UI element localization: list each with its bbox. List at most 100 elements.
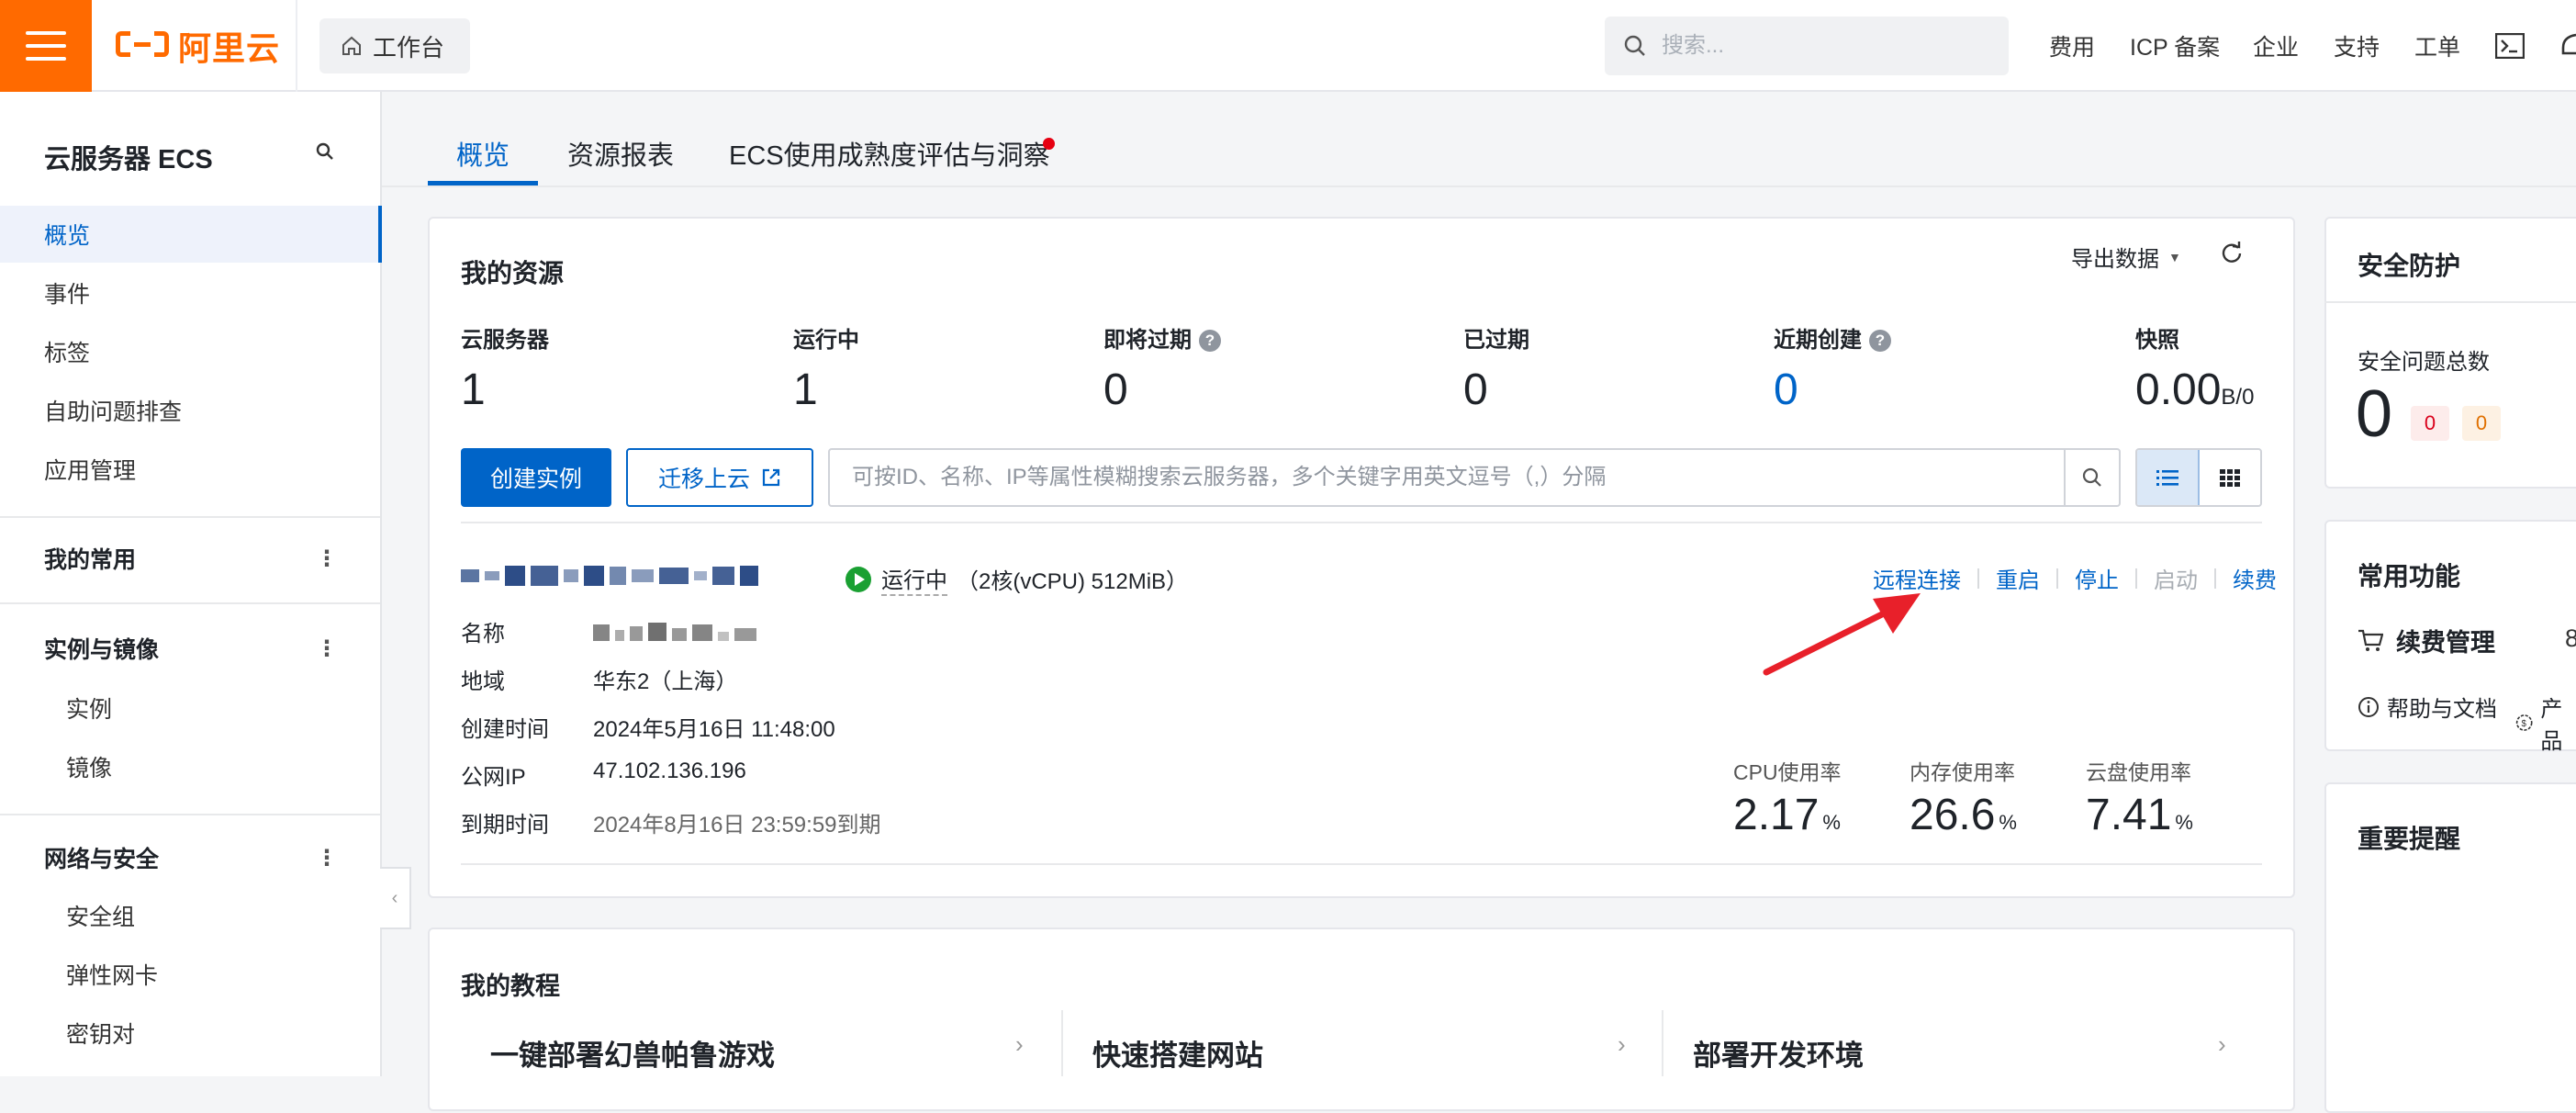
tutorial-item-dev-env[interactable]: 部署开发环境 › [1663,1016,2251,1076]
red-arrow-annotation [1763,593,1921,676]
migrate-button[interactable]: 迁移上云 [626,448,813,507]
field-value-public-ip: 47.102.136.196 [593,759,746,783]
bell-icon[interactable] [2559,29,2576,65]
product-icon: $ [2515,714,2533,731]
menu-icon[interactable] [0,0,92,92]
product-link[interactable]: $ 产品 [2515,691,2576,755]
security-total-value: 0 [2356,377,2393,451]
field-label-created: 创建时间 [461,717,549,742]
global-search[interactable] [1605,17,2009,75]
tab-overview[interactable]: 概览 [428,134,538,186]
chevron-right-icon: › [1618,1030,1626,1058]
more-vertical-icon[interactable]: ⋮ [316,545,338,572]
action-separator [2214,568,2216,589]
nav-enterprise[interactable]: 企业 [2253,0,2299,92]
nav-support[interactable]: 支持 [2334,0,2380,92]
sidebar-search-icon[interactable] [316,142,334,165]
aliyun-logo[interactable]: 阿里云 [116,26,280,67]
sidebar-group-network[interactable]: 网络与安全 ⋮ [0,830,382,885]
renew-link[interactable]: 续费 [2233,562,2277,594]
filter-search-button[interactable] [2064,450,2119,505]
field-label-expiry: 到期时间 [461,813,549,838]
terminal-icon[interactable] [2494,32,2526,63]
instance-name-redacted[interactable] [593,617,756,641]
new-dot-badge [1043,138,1055,150]
renew-management-link[interactable]: 续费管理 [2358,623,2495,658]
divider [461,522,2262,523]
sidebar-item-app-management[interactable]: 应用管理 [0,441,382,498]
view-toggle [2135,448,2262,507]
workbench-button[interactable]: 工作台 [319,18,470,73]
tabs-underline [382,186,2576,187]
sidebar-item-images[interactable]: 镜像 [0,738,382,795]
sidebar-divider [0,516,380,518]
home-icon [342,36,361,55]
instance-status: 运行中 （2核(vCPU) 512MiB） [845,562,1188,596]
reminder-title: 重要提醒 [2358,825,2461,853]
nav-ticket[interactable]: 工单 [2414,0,2460,92]
sidebar-divider [0,814,380,815]
stat-snapshots[interactable]: 快照 0.00B/0 [2135,321,2254,415]
refresh-icon[interactable] [2220,241,2244,269]
security-title: 安全防护 [2358,252,2461,280]
global-search-input[interactable] [1660,32,1994,60]
tutorials-title: 我的教程 [461,972,560,1000]
sidebar-group-common[interactable]: 我的常用 ⋮ [0,531,382,586]
sidebar-item-keypair[interactable]: 密钥对 [0,1005,382,1062]
stat-recent[interactable]: 近期创建? 0 [1774,321,1891,415]
svg-text:$: $ [2521,719,2526,729]
export-data-dropdown[interactable]: 导出数据 ▼ [2071,241,2181,273]
cart-icon [2358,629,2383,651]
stat-expired[interactable]: 已过期 0 [1463,321,1529,415]
sidebar-item-security-group[interactable]: 安全组 [0,887,382,944]
search-icon [2082,467,2101,487]
common-functions-title: 常用功能 [2358,562,2461,590]
sidebar-item-eni[interactable]: 弹性网卡 [0,946,382,1003]
help-icon[interactable]: ? [1199,330,1221,352]
list-view-icon[interactable] [2137,450,2200,505]
instance-id-redacted[interactable] [461,564,758,588]
sidebar-collapse-button[interactable]: ‹ [380,867,411,929]
sidebar-item-troubleshoot[interactable]: 自助问题排查 [0,382,382,439]
divider [461,863,2262,865]
stat-expiring[interactable]: 即将过期? 0 [1103,321,1221,415]
sidebar-item-tags[interactable]: 标签 [0,323,382,380]
sidebar-group-instances[interactable]: 实例与镜像 ⋮ [0,621,382,676]
chevron-right-icon: › [1015,1030,1024,1058]
more-vertical-icon[interactable]: ⋮ [316,635,338,662]
tutorial-item-website[interactable]: 快速搭建网站 › [1063,1016,1651,1076]
help-docs-link[interactable]: 帮助与文档 [2358,691,2497,723]
create-instance-button[interactable]: 创建实例 [461,448,611,507]
caret-down-icon: ▼ [2168,249,2181,264]
tab-resource-report[interactable]: 资源报表 [567,134,674,186]
stat-running[interactable]: 运行中 1 [793,321,859,415]
restart-link[interactable]: 重启 [1996,562,2040,594]
info-icon [2358,696,2379,717]
instance-filter-input[interactable] [830,464,2064,491]
action-separator [1977,568,1979,589]
nav-icp[interactable]: ICP 备案 [2130,0,2220,92]
security-badge-medium[interactable]: 0 [2462,406,2501,441]
nav-fees[interactable]: 费用 [2049,0,2095,92]
field-value-created: 2024年5月16日 11:48:00 [593,717,835,742]
tutorial-item-palworld[interactable]: 一键部署幻兽帕鲁游戏 › [461,1016,1048,1076]
sidebar-item-instances[interactable]: 实例 [0,680,382,736]
more-vertical-icon[interactable]: ⋮ [316,845,338,871]
instance-filter[interactable] [828,448,2121,507]
field-label-region: 地域 [461,669,505,694]
field-value-region: 华东2（上海） [593,669,738,694]
chevron-right-icon: › [2218,1030,2226,1058]
field-label-public-ip: 公网IP [461,765,526,790]
help-icon[interactable]: ? [1869,330,1891,352]
sidebar-item-overview[interactable]: 概览 [0,206,382,263]
sidebar-item-events[interactable]: 事件 [0,264,382,321]
tab-ecs-maturity[interactable]: ECS使用成熟度评估与洞察 [729,134,1050,186]
chevron-left-icon: ‹ [391,887,398,908]
resources-title: 我的资源 [461,259,565,287]
stat-servers[interactable]: 云服务器 1 [461,321,549,415]
security-total-label: 安全问题总数 [2358,350,2490,375]
security-badge-high[interactable]: 0 [2411,406,2449,441]
grid-view-icon[interactable] [2200,450,2260,505]
stop-link[interactable]: 停止 [2075,562,2119,594]
metric-cpu: CPU使用率 2.17% [1733,760,1842,839]
